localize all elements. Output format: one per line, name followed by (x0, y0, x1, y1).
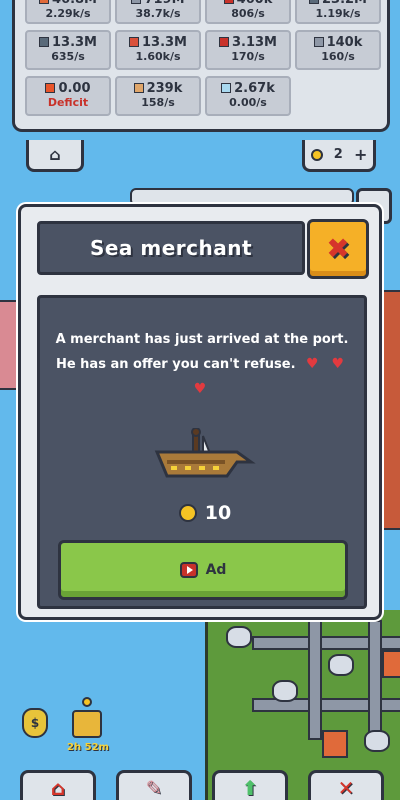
remove-tool-icon: ✕ (337, 776, 355, 800)
modal-body: A merchant has just arrived at the port.… (37, 295, 367, 609)
close-icon: ✖ (326, 232, 350, 265)
brick-stack-icon (38, 0, 49, 4)
price-display: 10 (160, 498, 250, 528)
ad-label: Ad (205, 562, 227, 578)
stone-icon (131, 0, 142, 4)
furnace-icon (223, 0, 234, 4)
resource-tile: 140k 160/s (295, 30, 381, 70)
money-glyph: $ (30, 716, 40, 730)
coins-count: 2 (333, 147, 343, 162)
resource-rate: 806/s (231, 7, 265, 20)
resource-panel: 46.8M2.29k/s719M38.7k/s460k806/s23.2M1.1… (12, 0, 390, 132)
steel-icon (308, 0, 319, 4)
watch-ad-button[interactable]: Ad (58, 540, 348, 600)
resource-amount: 239k (117, 81, 199, 96)
resource-rate: 160/s (321, 50, 355, 63)
notification-dot (82, 697, 92, 707)
resource-amount: 2.67k (207, 81, 289, 96)
coin-icon (178, 504, 197, 522)
plus-icon: + (353, 145, 368, 164)
treasure-chest-icon[interactable] (72, 710, 102, 738)
energy-icon (45, 83, 56, 93)
modal-description: A merchant has just arrived at the port.… (54, 328, 350, 402)
ship-icon (154, 428, 256, 478)
ore-icon (128, 37, 139, 47)
resource-rate: 1.19k/s (315, 7, 361, 20)
resource-amount: 719M (117, 0, 199, 7)
pillar-icon (313, 37, 324, 47)
sand-icon (133, 83, 144, 93)
resource-tile: 460k806/s (205, 0, 291, 24)
upgrade-tool-icon: ⬆ (241, 776, 259, 800)
resource-tile: 719M38.7k/s (115, 0, 201, 24)
metal-block-icon (38, 37, 49, 47)
modal-header: Sea merchant (37, 221, 305, 275)
resource-tile: 23.2M1.19k/s (295, 0, 381, 24)
remove-tool-button[interactable]: ✕ (308, 770, 384, 800)
modal-title: Sea merchant (89, 236, 253, 260)
chest-timer: 2h 52m (67, 742, 109, 753)
resource-rate: Deficit (47, 96, 89, 109)
coins-button[interactable]: 2 + (302, 140, 376, 172)
erase-tool-icon: ✎ (145, 776, 163, 800)
resource-amount: 3.13M (207, 35, 289, 50)
home-tool-icon: ⌂ (50, 776, 66, 800)
resource-rate: 635/s (51, 50, 85, 63)
brick-icon (218, 37, 229, 47)
resource-amount: 13.3M (117, 35, 199, 50)
close-button[interactable]: ✖ (307, 219, 369, 279)
resource-tile: 46.8M2.29k/s (25, 0, 111, 24)
sea-merchant-modal: Sea merchant ✖ A merchant has just arriv… (18, 204, 382, 620)
resource-rate: 158/s (141, 96, 175, 109)
resource-rate: 0.00/s (229, 96, 267, 109)
coin-icon (310, 148, 323, 161)
resource-amount: 23.2M (297, 0, 379, 7)
resource-amount: 13.3M (27, 35, 109, 50)
resource-amount: 460k (207, 0, 289, 7)
video-play-icon (179, 562, 198, 578)
resource-tile: 13.3M 635/s (25, 30, 111, 70)
resource-tile: 0.00 Deficit (25, 76, 111, 116)
money-bag-icon[interactable]: $ (22, 708, 48, 738)
home-icon: ⌂ (49, 145, 61, 164)
resource-tile: 239k 158/s (115, 76, 201, 116)
erase-tool-button[interactable]: ✎ (116, 770, 192, 800)
resource-amount: 0.00 (27, 81, 109, 96)
home-tool-button[interactable]: ⌂ (20, 770, 96, 800)
resource-rate: 1.60k/s (135, 50, 181, 63)
resource-amount: 140k (297, 35, 379, 50)
resource-rate: 38.7k/s (135, 7, 181, 20)
glass-icon (221, 83, 232, 93)
home-button[interactable]: ⌂ (26, 140, 84, 172)
resource-tile: 13.3M 1.60k/s (115, 30, 201, 70)
resource-rate: 2.29k/s (45, 7, 91, 20)
resource-tile: 2.67k 0.00/s (205, 76, 291, 116)
resource-grid: 46.8M2.29k/s719M38.7k/s460k806/s23.2M1.1… (25, 0, 383, 116)
price-value: 10 (204, 502, 232, 524)
resource-amount: 46.8M (27, 0, 109, 7)
resource-tile: 3.13M 170/s (205, 30, 291, 70)
description-text: A merchant has just arrived at the port.… (55, 332, 349, 372)
upgrade-tool-button[interactable]: ⬆ (212, 770, 288, 800)
resource-rate: 170/s (231, 50, 265, 63)
